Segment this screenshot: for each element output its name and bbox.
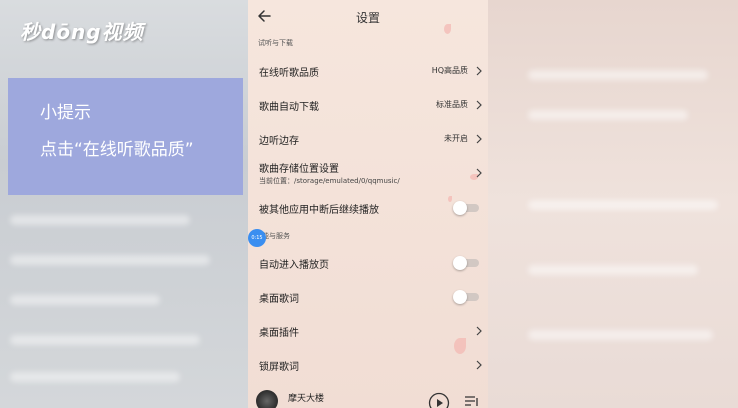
phone-screen: 设置 试听与下载 在线听歌品质 HQ高品质 歌曲自动下载 标准品质 边听边存 未… — [248, 0, 488, 408]
setting-row-online-quality[interactable]: 在线听歌品质 HQ高品质 — [248, 56, 488, 86]
setting-row-resume-after-interrupt: 被其他应用中断后继续播放 — [248, 193, 488, 223]
row-label: 在线听歌品质 — [259, 68, 319, 79]
song-title: 摩天大楼 — [288, 394, 325, 404]
chevron-right-icon — [476, 168, 482, 178]
floating-timer-badge[interactable]: 0:15 — [248, 229, 266, 247]
blurred-background-right — [488, 0, 738, 408]
section-header-listen-download: 试听与下载 — [258, 39, 293, 47]
blur-line — [528, 70, 708, 80]
desktop-lyrics-toggle[interactable] — [453, 290, 479, 304]
setting-row-desktop-lyrics: 桌面歌词 — [248, 282, 488, 312]
chevron-right-icon — [476, 326, 482, 336]
row-label: 歌曲存储位置设置 — [259, 164, 339, 175]
page-title: 设置 — [355, 11, 380, 25]
auto-enter-player-toggle[interactable] — [453, 256, 479, 270]
setting-row-desktop-widget[interactable]: 桌面插件 — [248, 316, 488, 346]
playlist-icon[interactable] — [464, 395, 480, 408]
setting-row-auto-download[interactable]: 歌曲自动下载 标准品质 — [248, 90, 488, 120]
blur-line — [10, 255, 210, 265]
row-sub-path: 当前位置：/storage/emulated/0/qqmusic/ — [259, 177, 400, 185]
setting-row-lockscreen-lyrics[interactable]: 锁屏歌词 — [248, 350, 488, 380]
blur-line — [528, 265, 698, 275]
blur-line — [10, 295, 160, 305]
setting-row-cache-while-listening[interactable]: 边听边存 未开启 — [248, 124, 488, 154]
video-watermark-logo: 秒dōng视频 — [20, 20, 144, 44]
chevron-right-icon — [476, 100, 482, 110]
row-label: 边听边存 — [259, 136, 299, 147]
blur-line — [10, 215, 190, 225]
row-value: HQ高品质 — [431, 66, 468, 75]
blur-line — [10, 372, 180, 382]
row-label: 桌面插件 — [259, 328, 299, 339]
tip-box: 小提示 点击“在线听歌品质” — [8, 78, 243, 195]
row-value: 标准品质 — [436, 100, 468, 109]
chevron-right-icon — [476, 66, 482, 76]
top-bar: 设置 — [248, 0, 488, 32]
toggle-knob — [453, 290, 467, 304]
row-label: 自动进入播放页 — [259, 260, 329, 271]
blurred-background-left — [0, 0, 248, 408]
chevron-right-icon — [476, 134, 482, 144]
row-label: 歌曲自动下载 — [259, 102, 319, 113]
tip-text: 点击“在线听歌品质” — [40, 140, 194, 160]
resume-toggle[interactable] — [453, 201, 479, 215]
album-art[interactable] — [256, 390, 278, 408]
chevron-right-icon — [476, 360, 482, 370]
blur-line — [528, 200, 718, 210]
toggle-knob — [453, 201, 467, 215]
row-label: 被其他应用中断后继续播放 — [259, 205, 379, 216]
setting-row-auto-enter-player: 自动进入播放页 — [248, 248, 488, 278]
blur-line — [10, 335, 200, 345]
row-label: 锁屏歌词 — [259, 362, 299, 373]
blur-line — [528, 110, 688, 120]
row-label: 桌面歌词 — [259, 294, 299, 305]
section-header-features-services: 能与服务 — [262, 232, 290, 240]
mini-player-bar[interactable]: 摩天大楼 — [248, 384, 488, 408]
play-icon[interactable] — [428, 392, 450, 408]
row-value: 未开启 — [444, 134, 468, 143]
blur-line — [528, 330, 713, 340]
tip-title: 小提示 — [40, 103, 91, 123]
setting-row-storage-location[interactable]: 歌曲存储位置设置 当前位置：/storage/emulated/0/qqmusi… — [248, 156, 488, 190]
toggle-knob — [453, 256, 467, 270]
